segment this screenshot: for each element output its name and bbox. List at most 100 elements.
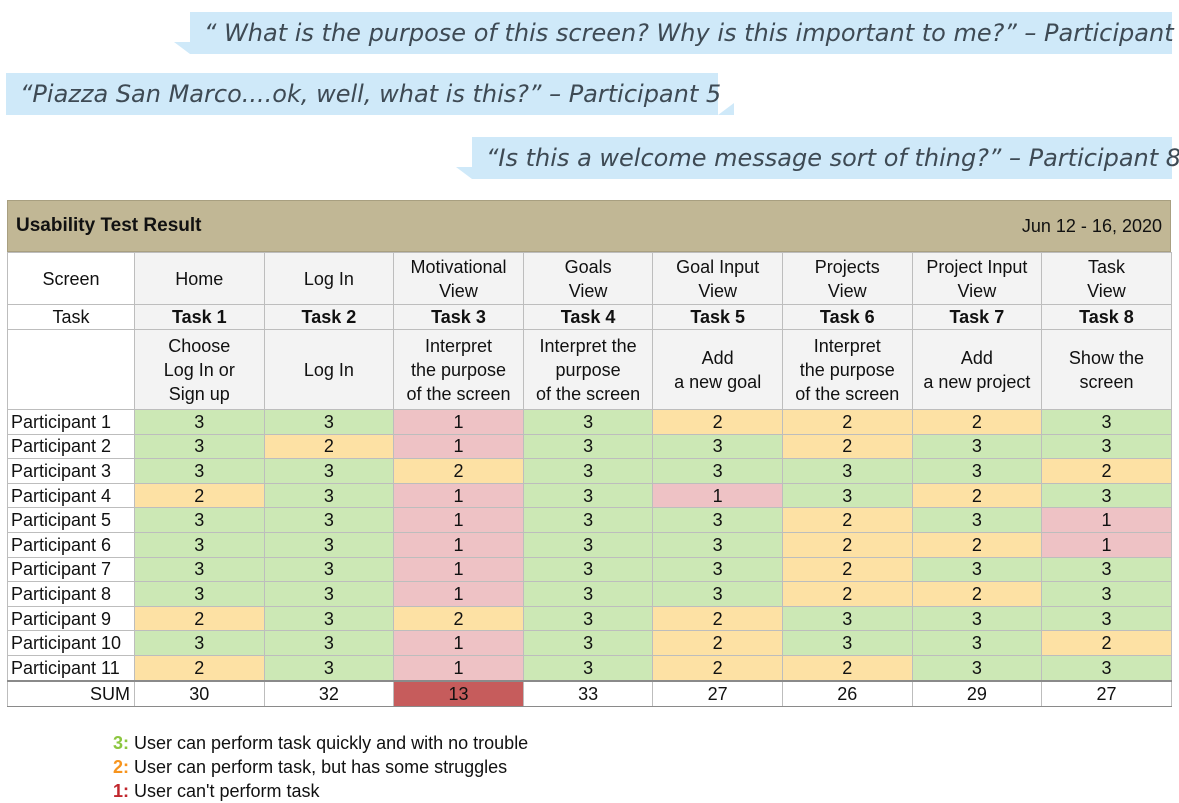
sheet-title: Usability Test Result <box>16 215 202 236</box>
score-cell: 3 <box>134 581 265 607</box>
score-cell: 3 <box>522 507 654 533</box>
task-description: Add a new project <box>911 329 1043 410</box>
participant-row: Participant 11 2 3 1 3 2 2 3 3 <box>7 654 1172 682</box>
score-cell: 1 <box>393 630 524 656</box>
legend-text: User can perform task quickly and with n… <box>129 733 529 753</box>
legend-item: 1: User can't perform task <box>113 779 528 803</box>
task-number: Task 5 <box>652 304 783 330</box>
participant-row: Participant 733133233 <box>7 556 1172 583</box>
score-cell: 3 <box>1041 605 1172 632</box>
score-cell: 2 <box>1041 458 1172 484</box>
participant-name: Participant 8 <box>7 581 135 607</box>
score-cell: 3 <box>522 581 654 607</box>
quote-text-2: “Piazza San Marco....ok, well, what is t… <box>20 80 722 108</box>
score-cell: 3 <box>134 458 265 484</box>
score-cell: 1 <box>393 654 524 682</box>
task-number: Task 8 <box>1041 304 1172 330</box>
score-cell: 3 <box>263 409 395 435</box>
score-cell: 1 <box>652 482 783 509</box>
legend-item: 2: User can perform task, but has some s… <box>113 755 528 779</box>
score-cell: 2 <box>652 409 783 435</box>
task-description: Choose Log In or Sign up <box>134 329 265 410</box>
score-cell: 3 <box>781 630 913 656</box>
score-cell: 1 <box>1041 507 1172 533</box>
score-cell: 2 <box>781 531 913 558</box>
score-cell: 1 <box>393 531 524 558</box>
legend-key: 3: <box>113 733 130 753</box>
score-cell: 3 <box>522 482 654 509</box>
score-cell: 3 <box>1041 556 1172 583</box>
score-cell: 2 <box>911 581 1043 607</box>
score-cell: 2 <box>911 531 1043 558</box>
results-sheet: Usability Test Result Jun 12 - 16, 2020 … <box>7 200 1172 707</box>
score-cell: 3 <box>911 433 1043 460</box>
score-cell: 1 <box>1041 531 1172 558</box>
quote-bubble-3: “Is this a welcome message sort of thing… <box>456 137 1179 179</box>
legend-item: 3: User can perform task quickly and wit… <box>113 731 528 755</box>
score-cell: 2 <box>781 581 913 607</box>
task-description-blank <box>7 329 135 410</box>
score-cell: 2 <box>652 654 783 682</box>
task-description: Log In <box>263 329 395 410</box>
sum-row: SUM 30 32 13 33 27 26 29 27 <box>7 679 1172 707</box>
score-cell: 3 <box>522 409 654 435</box>
score-cell: 3 <box>134 556 265 583</box>
score-cell: 3 <box>522 605 654 632</box>
quote-text-3: “Is this a welcome message sort of thing… <box>486 144 1179 172</box>
screen-name: Log In <box>263 252 395 305</box>
score-cell: 3 <box>911 556 1043 583</box>
score-cell: 3 <box>134 630 265 656</box>
score-cell: 3 <box>911 458 1043 484</box>
task-description: Interpret the purpose of the screen <box>781 329 913 410</box>
score-cell: 2 <box>1041 630 1172 656</box>
screen-name: Task View <box>1041 252 1172 305</box>
score-cell: 3 <box>263 507 395 533</box>
legend-text: User can't perform task <box>129 781 320 801</box>
participant-name: Participant 1 <box>7 409 135 435</box>
score-cell: 2 <box>134 482 265 509</box>
participant-row: Participant 923232333 <box>7 605 1172 632</box>
score-cell: 2 <box>393 458 524 484</box>
score-cell: 3 <box>911 654 1043 682</box>
participant-row: Participant 232133233 <box>7 433 1172 460</box>
screen-row-label: Screen <box>7 252 135 305</box>
score-cell: 3 <box>652 556 783 583</box>
task-number: Task 3 <box>393 304 524 330</box>
score-cell: 3 <box>781 458 913 484</box>
screen-name: Project Input View <box>911 252 1043 305</box>
score-cell: 2 <box>134 605 265 632</box>
task-row-label: Task <box>7 304 135 330</box>
score-cell: 3 <box>522 458 654 484</box>
score-cell: 3 <box>263 654 395 682</box>
quote-bubble-2: “Piazza San Marco....ok, well, what is t… <box>6 73 734 115</box>
participant-row: Participant 133132223 <box>7 409 1172 435</box>
task-description: Interpret the purpose of the screen <box>393 329 524 410</box>
screen-name: Goal Input View <box>652 252 783 305</box>
task-number: Task 4 <box>522 304 654 330</box>
participant-row: Participant 633133221 <box>7 531 1172 558</box>
score-cell: 3 <box>522 654 654 682</box>
legend-key: 2: <box>113 757 130 777</box>
score-cell: 3 <box>263 458 395 484</box>
score-cell: 2 <box>263 433 395 460</box>
score-cell: 3 <box>1041 654 1172 682</box>
score-cell: 1 <box>393 482 524 509</box>
score-cell: 3 <box>134 433 265 460</box>
score-cell: 3 <box>522 433 654 460</box>
participant-name: Participant 4 <box>7 482 135 509</box>
score-cell: 3 <box>522 531 654 558</box>
score-cell: 3 <box>781 605 913 632</box>
participant-name: Participant 9 <box>7 605 135 632</box>
score-cell: 2 <box>781 433 913 460</box>
task-description: Show the screen <box>1041 329 1172 410</box>
participant-name: Participant 7 <box>7 556 135 583</box>
task-row: Task Task 1 Task 2 Task 3 Task 4 Task 5 Task 6… <box>7 304 1172 330</box>
participant-row: Participant 10 3 3 1 3 2 3 3 2 <box>7 630 1172 656</box>
sum-cell: 32 <box>263 679 395 707</box>
participant-row: Participant 333233332 <box>7 458 1172 484</box>
score-cell: 3 <box>911 507 1043 533</box>
score-cell: 3 <box>781 482 913 509</box>
score-cell: 1 <box>393 433 524 460</box>
score-cell: 3 <box>522 556 654 583</box>
score-cell: 1 <box>393 409 524 435</box>
